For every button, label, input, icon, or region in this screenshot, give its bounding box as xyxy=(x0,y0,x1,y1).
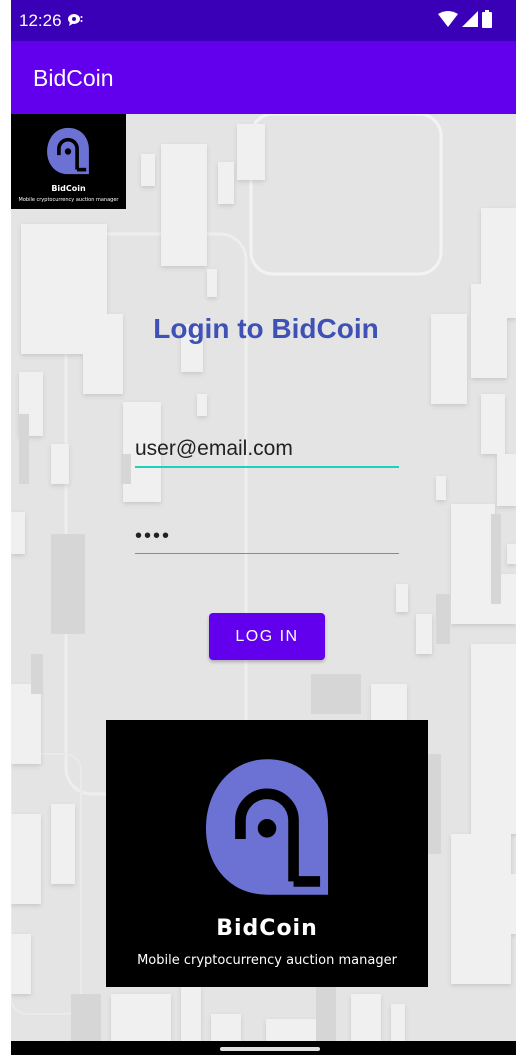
wifi-icon xyxy=(438,11,458,32)
home-indicator[interactable] xyxy=(220,1047,320,1051)
banner-logo-name: BidCoin xyxy=(216,916,318,941)
banner-logo-tagline: Mobile cryptocurrency auction manager xyxy=(137,953,397,968)
bidcoin-logo-icon xyxy=(47,127,89,175)
corner-logo-tagline: Mobile cryptocurrency auction manager xyxy=(18,197,119,203)
app-bar: BidCoin xyxy=(11,41,516,114)
login-button[interactable]: LOG IN xyxy=(209,613,325,660)
email-field[interactable] xyxy=(135,432,399,468)
status-bar: 12:26 xyxy=(11,0,516,41)
login-heading: Login to BidCoin xyxy=(153,313,379,344)
bidcoin-logo-banner: BidCoin Mobile cryptocurrency auction ma… xyxy=(106,720,428,987)
notification-icon xyxy=(67,13,83,27)
corner-logo-name: BidCoin xyxy=(51,184,86,193)
signal-icon xyxy=(462,11,478,32)
status-time: 12:26 xyxy=(19,11,62,30)
bidcoin-logo-icon xyxy=(205,759,329,895)
battery-icon xyxy=(482,10,492,33)
password-field[interactable] xyxy=(135,519,399,554)
content-area: BidCoin Mobile cryptocurrency auction ma… xyxy=(11,114,516,1041)
login-screen: 12:26 BidCoin BidCoin Mobile cryptocurre… xyxy=(0,0,516,1055)
navigation-bar xyxy=(11,1041,516,1055)
corner-logo: BidCoin Mobile cryptocurrency auction ma… xyxy=(11,114,126,209)
app-title: BidCoin xyxy=(33,65,114,91)
